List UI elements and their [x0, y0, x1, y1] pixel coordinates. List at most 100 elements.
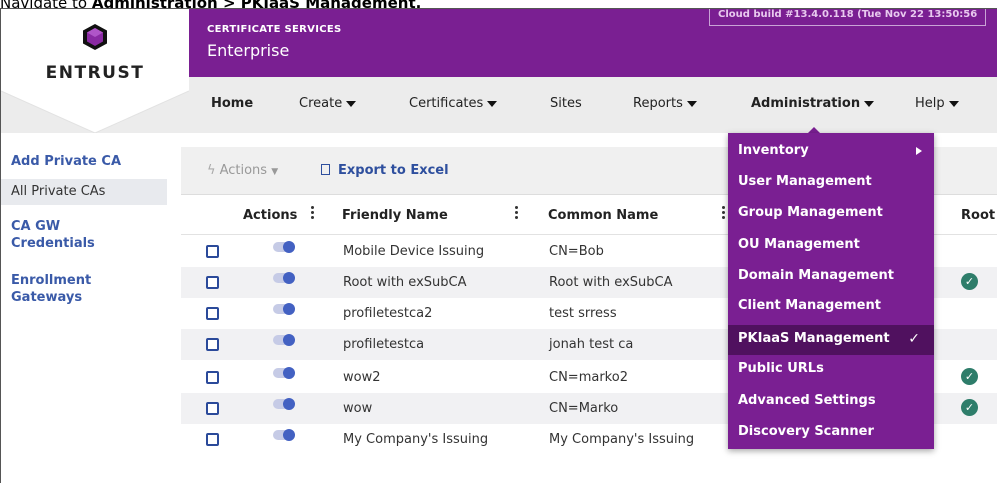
menu-item-label: Public URLs [738, 361, 824, 376]
menu-item-label: Client Management [738, 298, 881, 313]
friendly-name-cell: Root with exSubCA [343, 275, 467, 290]
document-icon [321, 164, 330, 175]
chevron-down-icon: ▼ [271, 167, 279, 177]
nav-certificates-label: Certificates [409, 96, 484, 111]
actions-menu-button[interactable]: ϟ Actions ▼ [207, 163, 278, 178]
column-menu-icon[interactable] [515, 206, 518, 220]
common-name-cell: Root with exSubCA [549, 275, 673, 290]
menu-item-ou-management[interactable]: OU Management [728, 231, 934, 261]
column-header-root[interactable]: Root [961, 208, 995, 223]
nav-sites-label: Sites [550, 96, 582, 111]
menu-item-client-management[interactable]: Client Management [728, 292, 934, 322]
menu-item-label: Group Management [738, 205, 883, 220]
brand-name: ENTRUST [45, 63, 145, 83]
check-circle-icon: ✓ [961, 368, 978, 385]
sidebar-item-label: Enrollment Gateways [11, 273, 92, 305]
friendly-name-cell: profiletestca [343, 337, 425, 352]
column-menu-icon[interactable] [311, 206, 314, 220]
menu-item-label: OU Management [738, 237, 860, 252]
nav-administration-label: Administration [751, 96, 861, 111]
menu-item-group-management[interactable]: Group Management [728, 199, 934, 229]
row-toggle[interactable] [273, 334, 295, 346]
check-circle-icon: ✓ [961, 273, 978, 290]
row-toggle[interactable] [273, 367, 295, 379]
sidebar-item-label: Add Private CA [11, 154, 121, 169]
nav-certificates[interactable]: Certificates [409, 96, 498, 111]
sidebar-item-label: CA GW Credentials [11, 219, 95, 251]
friendly-name-cell: profiletestca2 [343, 306, 433, 321]
row-toggle[interactable] [273, 272, 295, 284]
sidebar-item-ca-gw-credentials[interactable]: CA GW Credentials [1, 218, 121, 252]
row-toggle[interactable] [273, 398, 295, 410]
sidebar: Add Private CA All Private CAs CA GW Cre… [1, 147, 167, 483]
row-toggle[interactable] [273, 241, 295, 253]
brand-logo[interactable]: ENTRUST [1, 9, 189, 89]
menu-item-label: Domain Management [738, 268, 894, 283]
sidebar-item-enrollment-gateways[interactable]: Enrollment Gateways [1, 272, 121, 306]
administration-dropdown-menu: Inventory User Management Group Manageme… [728, 133, 934, 449]
row-checkbox[interactable] [206, 402, 219, 415]
checkmark-icon: ✓ [908, 331, 920, 347]
nav-reports[interactable]: Reports [633, 96, 697, 111]
check-circle-icon: ✓ [961, 399, 978, 416]
sidebar-item-all-private-cas[interactable]: All Private CAs [1, 179, 167, 205]
logo-chevron [1, 89, 189, 133]
column-header-friendly-name[interactable]: Friendly Name [342, 208, 448, 223]
nav-create[interactable]: Create [299, 96, 357, 111]
chevron-down-icon [948, 100, 959, 107]
menu-item-label: User Management [738, 174, 872, 189]
nav-home[interactable]: Home [211, 96, 253, 111]
menu-item-discovery-scanner[interactable]: Discovery Scanner [728, 418, 934, 448]
menu-item-inventory[interactable]: Inventory [728, 137, 934, 167]
menu-item-label: Inventory [738, 143, 809, 158]
export-excel-label: Export to Excel [338, 163, 449, 178]
nav-create-label: Create [299, 96, 343, 111]
menu-item-advanced-settings[interactable]: Advanced Settings [728, 387, 934, 417]
menu-item-user-management[interactable]: User Management [728, 168, 934, 198]
row-toggle[interactable] [273, 303, 295, 315]
sidebar-item-label: All Private CAs [11, 184, 106, 199]
menu-item-label: Discovery Scanner [738, 424, 874, 439]
nav-help-label: Help [915, 96, 945, 111]
common-name-cell: CN=Marko [549, 401, 619, 416]
chevron-right-icon [916, 147, 922, 155]
chevron-down-icon [864, 100, 875, 107]
sidebar-item-add-private-ca[interactable]: Add Private CA [1, 153, 167, 170]
lightning-icon: ϟ [207, 163, 216, 178]
row-checkbox[interactable] [206, 371, 219, 384]
common-name-cell: test srress [549, 306, 617, 321]
row-checkbox[interactable] [206, 245, 219, 258]
main-nav: Home Create Certificates Sites Reports A… [189, 77, 997, 134]
row-checkbox[interactable] [206, 307, 219, 320]
nav-administration[interactable]: Administration [751, 96, 875, 111]
chevron-down-icon [686, 100, 697, 107]
column-header-common-name[interactable]: Common Name [548, 208, 658, 223]
column-menu-icon[interactable] [722, 206, 725, 220]
menu-item-domain-management[interactable]: Domain Management [728, 262, 934, 292]
app-window: ENTRUST CERTIFICATE SERVICES Enterprise … [0, 8, 997, 483]
nav-help[interactable]: Help [915, 96, 959, 111]
row-toggle[interactable] [273, 429, 295, 441]
row-checkbox[interactable] [206, 338, 219, 351]
chevron-down-icon [487, 100, 498, 107]
common-name-cell: CN=Bob [549, 244, 604, 259]
menu-item-pkiaas-management[interactable]: PKIaaS Management ✓ [728, 325, 934, 355]
common-name-cell: My Company's Issuing [549, 432, 695, 447]
chevron-down-icon [346, 100, 357, 107]
common-name-cell: jonah test ca [549, 337, 634, 352]
row-checkbox[interactable] [206, 276, 219, 289]
export-excel-button[interactable]: Export to Excel [321, 163, 449, 178]
entrust-hex-logo-icon [83, 24, 107, 50]
menu-item-public-urls[interactable]: Public URLs [728, 355, 934, 385]
nav-sites[interactable]: Sites [550, 96, 582, 111]
friendly-name-cell: Mobile Device Issuing [343, 244, 485, 259]
menu-item-label: Advanced Settings [738, 393, 876, 408]
column-header-actions[interactable]: Actions [243, 208, 297, 223]
row-checkbox[interactable] [206, 433, 219, 446]
nav-reports-label: Reports [633, 96, 683, 111]
header-pretitle: CERTIFICATE SERVICES [207, 24, 342, 35]
build-info: Cloud build #13.4.0.118 (Tue Nov 22 13:5… [709, 9, 987, 26]
common-name-cell: CN=marko2 [549, 370, 628, 385]
header-title: Enterprise [207, 41, 290, 60]
menu-item-label: PKIaaS Management [738, 331, 890, 346]
